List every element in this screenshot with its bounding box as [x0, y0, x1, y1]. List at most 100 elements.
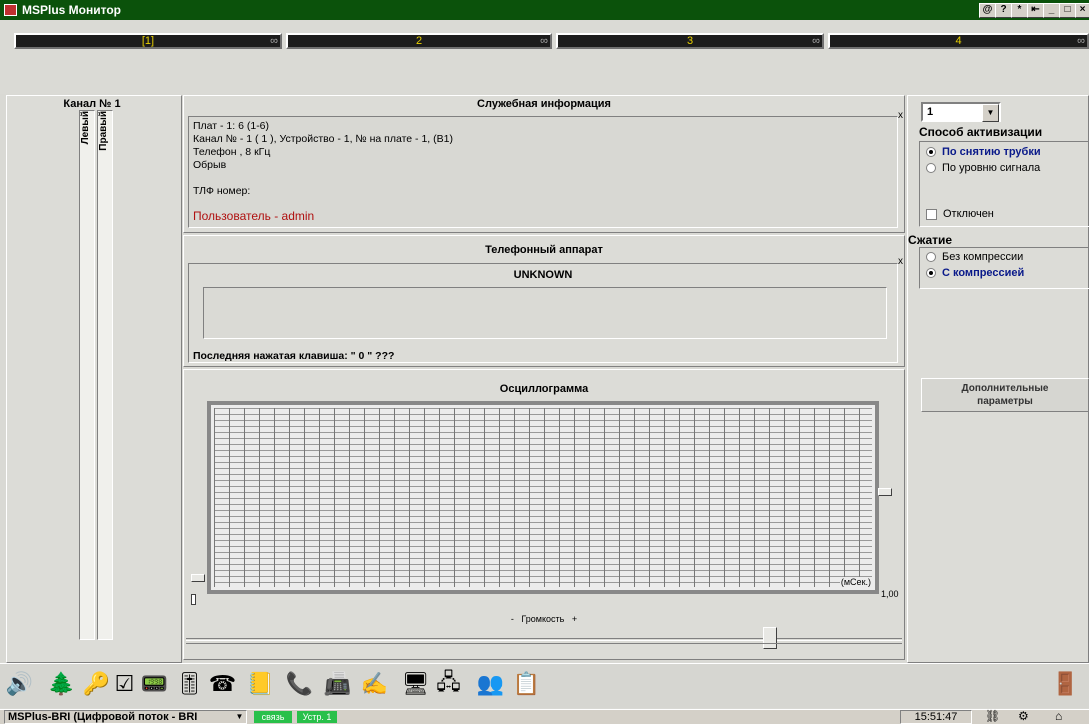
right-settings-panel: 1 ▼ Способ активизации По снятию трубки …: [907, 95, 1089, 663]
activation-option-level[interactable]: По уровню сигнала: [926, 162, 1040, 174]
service-line: [193, 172, 893, 185]
compression-option-none[interactable]: Без компрессии: [926, 251, 1023, 263]
link-status-badge: связь: [254, 711, 292, 723]
osc-unit-label: (мСек.): [839, 577, 872, 587]
window-title: MSPlus Монитор: [22, 3, 122, 17]
device-select-value: MSPlus-BRI (Цифровой поток - BRI: [8, 711, 198, 723]
left-channel-panel: Канал № 1 Левый Правый: [6, 95, 182, 663]
connection-icon: ⛓: [985, 709, 1001, 723]
device-status-badge: Устр. 1: [297, 711, 337, 723]
compression-option-label: Без компрессии: [942, 251, 1024, 263]
phone-section: Телефонный аппарат x UNKNOWN Последняя н…: [183, 235, 905, 367]
channel-tab-3[interactable]: 3 ∞: [556, 33, 824, 49]
minimize-button[interactable]: _: [1043, 3, 1060, 18]
channel-tab-2[interactable]: 2 ∞: [286, 33, 552, 49]
extra-params-button[interactable]: Дополнительные параметры: [921, 378, 1089, 412]
phone-device: UNKNOWN: [513, 269, 573, 281]
service-header: Служебная информация: [477, 98, 611, 110]
dock-button[interactable]: ⇤: [1027, 3, 1044, 18]
key-icon[interactable]: 🔑: [82, 667, 111, 700]
star-button[interactable]: *: [1011, 3, 1028, 18]
status-icon: ⚙: [1018, 709, 1029, 723]
disabled-checkbox[interactable]: Отключен: [926, 208, 994, 220]
activation-option-label: По снятию трубки: [942, 146, 1041, 158]
channel-select[interactable]: 1 ▼: [921, 102, 1001, 122]
write-icon[interactable]: ✍: [360, 667, 389, 700]
osc-left-marker[interactable]: [191, 594, 196, 605]
channel-tab-label: [1]: [141, 35, 155, 47]
osc-right-slider[interactable]: [878, 488, 892, 496]
help-button[interactable]: ?: [995, 3, 1012, 18]
left-level-meter: Левый: [79, 110, 95, 640]
users-icon[interactable]: 👥: [476, 667, 505, 700]
status-bar: MSPlus-BRI (Цифровой поток - BRI ▼ связь…: [0, 709, 1089, 724]
maximize-button[interactable]: □: [1059, 3, 1076, 18]
infinity-icon: ∞: [812, 35, 820, 47]
exit-icon[interactable]: 🚪: [1051, 667, 1080, 700]
activation-option-label: По уровню сигнала: [942, 162, 1041, 174]
checkbox-icon[interactable]: [926, 208, 937, 220]
user-label: Пользователь - admin: [193, 209, 315, 223]
radio-icon[interactable]: [926, 268, 936, 279]
network-icon[interactable]: 🖧: [434, 667, 463, 700]
service-line: Обрыв: [193, 159, 227, 171]
compression-group: Без компрессии С компрессией: [919, 247, 1089, 289]
board-icon[interactable]: 🖥: [401, 667, 430, 700]
chevron-down-icon[interactable]: ▼: [233, 711, 246, 723]
infinity-icon: ∞: [270, 35, 278, 47]
channel-title: Канал № 1: [63, 98, 121, 110]
tree-icon[interactable]: 🌲: [47, 667, 76, 700]
oscillogram-section: Осциллограмма (мСек.) 1,00 - Громкость +: [183, 369, 905, 660]
osc-left-slider[interactable]: [191, 574, 205, 582]
phone-book-icon[interactable]: 📒: [246, 667, 275, 700]
osc-frame: (мСек.): [207, 401, 879, 594]
title-bar: MSPlus Монитор @ ? * ⇤ _ □ ×: [0, 0, 1089, 20]
compression-option-on[interactable]: С компрессией: [926, 267, 1024, 279]
phone-user-icon[interactable]: 📞: [285, 667, 314, 700]
channel-tab-label: 3: [686, 35, 694, 47]
copy-icon[interactable]: 📋: [512, 667, 541, 700]
phone-box: UNKNOWN Последняя нажатая клавиша: " 0 "…: [188, 263, 898, 363]
volume-bottom-strip: [186, 643, 902, 657]
osc-scale-label: 1,00: [881, 589, 899, 599]
service-line: Телефон , 8 кГц: [193, 146, 271, 158]
channel-tab-bar: [0, 20, 1089, 94]
close-button[interactable]: ×: [1075, 3, 1089, 18]
device-icon[interactable]: 📟: [140, 667, 169, 700]
infinity-icon: ∞: [540, 35, 548, 47]
left-label: Левый: [80, 111, 91, 145]
hand-phone-icon[interactable]: ☎: [208, 667, 237, 700]
radio-icon[interactable]: [926, 163, 936, 174]
speaker-icon[interactable]: 🔊: [5, 667, 34, 700]
device-select[interactable]: MSPlus-BRI (Цифровой поток - BRI ▼: [4, 710, 247, 724]
osc-grid: [214, 408, 872, 587]
activation-group: По снятию трубки По уровню сигнала Отклю…: [919, 141, 1089, 227]
radio-icon[interactable]: [926, 147, 936, 158]
at-button[interactable]: @: [979, 3, 996, 18]
service-line: Плат - 1: 6 (1-6): [193, 120, 270, 132]
fax-icon[interactable]: 📠: [323, 667, 352, 700]
phone-header: Телефонный аппарат: [485, 244, 603, 256]
channel-tab-4[interactable]: 4 ∞: [828, 33, 1089, 49]
service-line: Канал № - 1 ( 1 ), Устройство - 1, № на …: [193, 133, 453, 145]
phone-display: [203, 287, 887, 339]
channel-tab-1[interactable]: [1] ∞: [14, 33, 282, 49]
infinity-icon: ∞: [1077, 35, 1085, 47]
mixer-icon[interactable]: 🎚: [175, 667, 204, 700]
service-info-box: Плат - 1: 6 (1-6) Канал № - 1 ( 1 ), Уст…: [188, 116, 898, 228]
channel-tab-label: 4: [955, 35, 962, 47]
volume-label: - Громкость +: [510, 614, 578, 624]
radio-icon[interactable]: [926, 252, 936, 263]
channel-select-value: 1: [927, 106, 934, 118]
activation-option-pickup[interactable]: По снятию трубки: [926, 146, 1041, 158]
checklist-icon[interactable]: ☑: [110, 667, 139, 700]
chevron-down-icon[interactable]: ▼: [982, 104, 999, 122]
last-key-label: Последняя нажатая клавиша: " 0 " ???: [193, 350, 395, 362]
clock: 15:51:47: [900, 710, 972, 724]
right-level-meter: Правый: [97, 110, 113, 640]
service-close-icon[interactable]: x: [898, 110, 903, 121]
disabled-label: Отключен: [943, 208, 994, 220]
service-info-section: Служебная информация x Плат - 1: 6 (1-6)…: [183, 95, 905, 233]
activation-title: Способ активизации: [919, 125, 1043, 139]
phone-close-icon[interactable]: x: [898, 256, 903, 267]
